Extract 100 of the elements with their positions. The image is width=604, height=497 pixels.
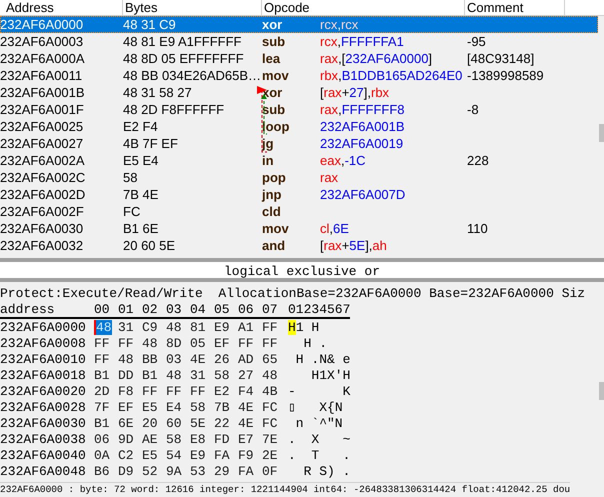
hex-byte[interactable]: AE [142,432,158,447]
hex-byte[interactable]: FF [262,320,278,335]
hex-byte[interactable]: FF [166,384,182,399]
hex-byte[interactable]: 58 [190,400,206,415]
hex-byte[interactable]: FD [214,432,230,447]
hex-byte[interactable]: 52 [142,464,158,479]
hex-byte[interactable]: F8 [118,384,134,399]
hex-byte[interactable]: 8D [166,336,182,351]
hex-byte[interactable]: E2 [214,384,230,399]
hex-byte[interactable]: 60 [166,416,182,431]
hex-byte[interactable]: E4 [166,400,182,415]
hex-byte[interactable]: 6E [118,416,134,431]
hex-byte[interactable]: 48 [142,336,158,351]
disassembly-row[interactable]: 232AF6A002F FC cld [0,203,598,220]
hex-byte[interactable]: 31 [118,320,134,335]
hex-byte[interactable]: 81 [190,320,206,335]
hex-byte[interactable]: F9 [238,448,254,463]
column-header[interactable]: Bytes [123,0,262,15]
hex-byte[interactable]: 27 [238,368,254,383]
hex-byte[interactable]: 4B [262,384,278,399]
hex-byte[interactable]: 7F [94,400,110,415]
hex-byte[interactable]: AD [238,352,254,367]
address-text: 232AF6A002A [0,152,86,169]
hex-byte[interactable]: 31 [190,368,206,383]
hex-byte[interactable]: FA [214,448,230,463]
hex-byte[interactable]: FF [262,336,278,351]
hex-byte[interactable]: 2E [262,448,278,463]
hex-byte[interactable]: 22 [214,416,230,431]
hex-byte[interactable]: 20 [142,416,158,431]
hex-byte[interactable]: B1 [94,368,110,383]
hex-byte[interactable]: 06 [94,432,110,447]
disassembly-row[interactable]: 232AF6A0011 48 BB 034E26AD65B…mov rbx,B1DDB165AD264E0 -1389998589 [0,67,598,84]
hex-byte[interactable]: 9A [166,464,182,479]
disassembly-row[interactable]: 232AF6A0030 B1 6E mov cl,6E 110 [0,220,598,237]
hex-byte[interactable]: 65 [262,352,278,367]
hex-byte[interactable]: A1 [238,320,254,335]
hex-byte[interactable]: 29 [214,464,230,479]
column-header[interactable]: Comment [465,0,565,15]
hex-byte[interactable]: 48 [118,352,134,367]
scrollbar-thumb[interactable] [599,124,604,142]
hex-byte[interactable]: BB [142,352,158,367]
hex-byte[interactable]: FA [238,464,254,479]
hex-byte[interactable]: 2D [94,384,110,399]
disassembly-row[interactable]: 232AF6A000A 48 8D 05 EFFFFFFF lea rax,[232AF6A0000] [48C93148] [0,50,598,67]
hex-byte[interactable]: 7B [214,400,230,415]
hex-byte[interactable]: E5 [142,400,158,415]
disassembly-row[interactable]: 232AF6A002A E5 E4 in eax,-1C 228 [0,152,598,169]
hex-byte[interactable]: FF [238,336,254,351]
hex-byte[interactable]: EF [118,400,134,415]
hex-byte[interactable]: 54 [166,448,182,463]
hex-byte[interactable]: FF [118,336,134,351]
hex-byte[interactable]: F4 [238,384,254,399]
hex-byte[interactable]: 26 [214,352,230,367]
hex-byte[interactable]: 9D [118,432,134,447]
disassembly-row[interactable]: 232AF6A002D 7B 4E jnp 232AF6A007D [0,186,598,203]
hex-byte[interactable]: 48 [166,368,182,383]
hex-byte[interactable]: 0A [94,448,110,463]
hex-byte[interactable]: FF [190,384,206,399]
hex-byte[interactable]: FF [94,352,110,367]
hex-byte[interactable]: 03 [166,352,182,367]
hex-byte[interactable]: 48 [94,320,112,335]
hex-byte[interactable]: FC [262,416,278,431]
hex-byte[interactable]: EF [214,336,230,351]
hex-byte[interactable]: D9 [118,464,134,479]
hex-byte[interactable]: B1 [142,368,158,383]
disassembly-row[interactable]: 232AF6A002C 58 pop rax [0,169,598,186]
hex-byte[interactable]: 48 [166,320,182,335]
column-header[interactable]: Address [0,0,123,15]
hex-byte[interactable]: 53 [190,464,206,479]
hex-byte[interactable]: E9 [190,448,206,463]
hex-byte[interactable]: 58 [214,368,230,383]
hex-byte[interactable]: 4E [190,352,206,367]
hex-byte[interactable]: B1 [94,416,110,431]
hex-byte[interactable]: C9 [142,320,158,335]
hex-byte[interactable]: B6 [94,464,110,479]
disassembly-row[interactable]: 232AF6A0000 48 31 C9 xor rcx,rcx [0,16,598,33]
hex-byte[interactable]: C2 [118,448,134,463]
disassembly-row[interactable]: 232AF6A0003 48 81 E9 A1FFFFFF sub rcx,FFFFFFA1 -95 [0,33,598,50]
hex-byte[interactable]: 0F [262,464,278,479]
hex-byte[interactable]: E9 [214,320,230,335]
hex-byte[interactable]: 5E [190,416,206,431]
disassembly-row[interactable]: 232AF6A0032 20 60 5E and [rax+5E],ah [0,237,598,254]
hex-byte[interactable]: 48 [262,368,278,383]
disassembly-row[interactable]: 232AF6A001F 48 2D F8FFFFFF sub rax,FFFFFFF8 -8 [0,101,598,118]
hex-byte[interactable]: FF [142,384,158,399]
hex-byte[interactable]: FF [94,336,110,351]
hex-byte[interactable]: E7 [238,432,254,447]
hex-byte[interactable]: E8 [190,432,206,447]
hex-byte[interactable]: 58 [166,432,182,447]
hex-byte[interactable]: 7E [262,432,278,447]
hex-byte[interactable]: FC [262,400,278,415]
scrollbar-thumb[interactable] [599,382,604,400]
disassembly-row[interactable]: 232AF6A0027 4B 7F EF jg 232AF6A0019 [0,135,598,152]
hex-byte[interactable]: DD [118,368,134,383]
address-text: 232AF6A0000 [0,16,84,33]
hex-byte[interactable]: 4E [238,400,254,415]
hex-byte[interactable]: 4E [238,416,254,431]
column-header[interactable]: Opcode [262,0,465,15]
hex-byte[interactable]: 05 [190,336,206,351]
hex-byte[interactable]: E5 [142,448,158,463]
